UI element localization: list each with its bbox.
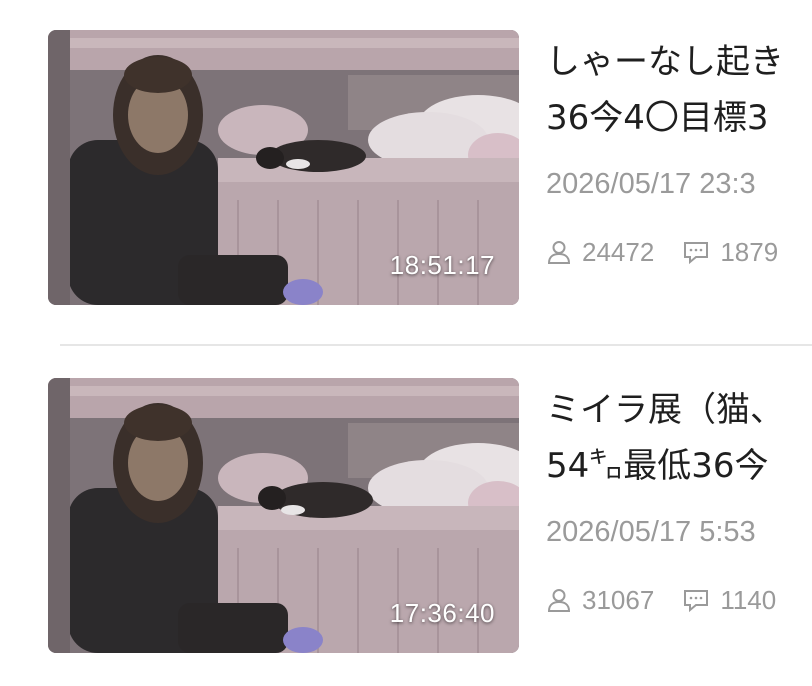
video-stats: 31067 1140: [546, 580, 812, 620]
view-count: 31067: [582, 584, 655, 615]
list-divider: [60, 344, 812, 346]
view-count: 24472: [582, 236, 655, 267]
video-date: 2026/05/17 23:3: [546, 168, 756, 200]
comment-count: 1140: [720, 584, 777, 615]
video-thumbnail[interactable]: 18:51:17: [48, 30, 519, 305]
video-title[interactable]: ミイラ展（猫、 54㌔最低36今: [546, 382, 812, 494]
comment-count: 1879: [720, 236, 779, 267]
video-thumbnail[interactable]: 17:36:40: [48, 378, 519, 653]
video-title[interactable]: しゃーなし起き 36今4〇目標3: [546, 34, 812, 146]
video-date: 2026/05/17 5:53: [546, 516, 756, 548]
video-stats: 24472 1879: [546, 232, 812, 272]
comment-icon: [684, 242, 709, 265]
video-duration: 17:36:40: [389, 598, 495, 628]
comment-icon: [684, 590, 709, 613]
video-list-item[interactable]: 17:36:40 ミイラ展（猫、 54㌔最低36今 2026/05/17 5:5…: [0, 348, 812, 678]
video-list-item[interactable]: 18:51:17 しゃーなし起き 36今4〇目標3 2026/05/17 23:…: [0, 0, 812, 330]
video-duration: 18:51:17: [389, 250, 495, 280]
user-icon: [547, 589, 571, 612]
user-icon: [547, 241, 571, 264]
